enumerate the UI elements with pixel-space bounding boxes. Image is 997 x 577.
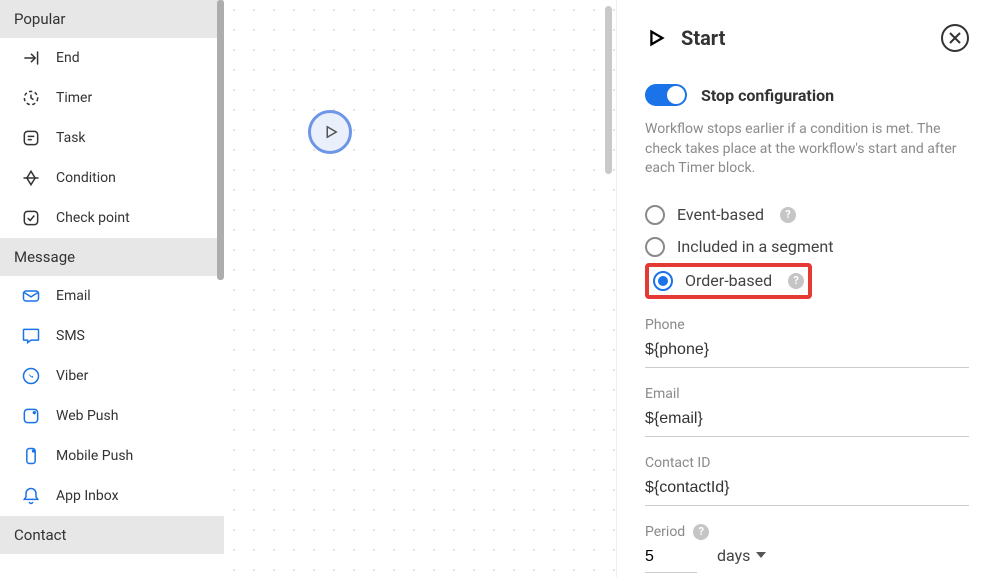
radio-icon bbox=[645, 205, 665, 225]
sidebar-item-sms[interactable]: SMS bbox=[0, 316, 224, 356]
panel-title: Start bbox=[645, 26, 725, 50]
sidebar-item-timer[interactable]: Timer bbox=[0, 78, 224, 118]
play-icon bbox=[322, 123, 340, 141]
sidebar-item-label: End bbox=[56, 50, 80, 66]
sidebar-item-label: SMS bbox=[56, 328, 85, 344]
chevron-down-icon bbox=[756, 552, 766, 558]
appinbox-icon bbox=[20, 485, 42, 507]
sidebar-item-webpush[interactable]: Web Push bbox=[0, 396, 224, 436]
sidebar-item-end[interactable]: End bbox=[0, 38, 224, 78]
stop-config-toggle[interactable] bbox=[645, 84, 687, 106]
sidebar-scrollbar[interactable] bbox=[217, 0, 224, 280]
sidebar-item-label: App Inbox bbox=[56, 488, 119, 504]
radio-icon bbox=[653, 271, 673, 291]
properties-panel: Start Stop configuration Workflow stops … bbox=[617, 0, 997, 577]
workflow-canvas[interactable] bbox=[224, 0, 617, 577]
radio-icon bbox=[645, 237, 665, 257]
webpush-icon bbox=[20, 405, 42, 427]
help-icon[interactable]: ? bbox=[693, 524, 709, 540]
end-icon bbox=[20, 47, 42, 69]
email-input[interactable] bbox=[645, 406, 969, 437]
stop-config-description: Workflow stops earlier if a condition is… bbox=[645, 120, 969, 179]
close-button[interactable] bbox=[941, 24, 969, 52]
sidebar-item-label: Mobile Push bbox=[56, 448, 133, 464]
period-unit-select[interactable]: days bbox=[717, 546, 766, 565]
period-label: Period ? bbox=[645, 524, 969, 540]
sidebar-group-message: Message bbox=[0, 238, 224, 276]
contactid-input[interactable] bbox=[645, 475, 969, 506]
period-number-input[interactable] bbox=[645, 544, 697, 573]
stop-config-label: Stop configuration bbox=[701, 86, 834, 105]
canvas-scrollbar[interactable] bbox=[605, 6, 612, 174]
help-icon[interactable]: ? bbox=[788, 273, 804, 289]
close-icon bbox=[949, 32, 961, 44]
help-icon[interactable]: ? bbox=[780, 207, 796, 223]
contactid-label: Contact ID bbox=[645, 455, 969, 471]
sidebar-item-label: Task bbox=[56, 130, 86, 146]
email-icon bbox=[20, 285, 42, 307]
option-order-based[interactable]: Order-based ? bbox=[653, 269, 804, 293]
play-icon bbox=[645, 27, 667, 49]
sidebar-item-task[interactable]: Task bbox=[0, 118, 224, 158]
sidebar-item-label: Check point bbox=[56, 210, 130, 226]
sidebar-item-label: Condition bbox=[56, 170, 116, 186]
sidebar-item-label: Viber bbox=[56, 368, 88, 384]
option-included-segment[interactable]: Included in a segment bbox=[645, 231, 969, 263]
condition-icon bbox=[20, 167, 42, 189]
phone-input[interactable] bbox=[645, 337, 969, 368]
email-label: Email bbox=[645, 386, 969, 402]
sidebar-group-contact: Contact bbox=[0, 516, 224, 554]
sidebar-item-viber[interactable]: Viber bbox=[0, 356, 224, 396]
start-node[interactable] bbox=[308, 110, 352, 154]
sidebar-item-mobilepush[interactable]: Mobile Push bbox=[0, 436, 224, 476]
sms-icon bbox=[20, 325, 42, 347]
sidebar-item-label: Timer bbox=[56, 90, 92, 106]
sidebar-item-checkpoint[interactable]: Check point bbox=[0, 198, 224, 238]
timer-icon bbox=[20, 87, 42, 109]
phone-label: Phone bbox=[645, 317, 969, 333]
option-event-based[interactable]: Event-based ? bbox=[645, 199, 969, 231]
checkpoint-icon bbox=[20, 207, 42, 229]
sidebar-item-email[interactable]: Email bbox=[0, 276, 224, 316]
sidebar-group-popular: Popular bbox=[0, 0, 224, 38]
viber-icon bbox=[20, 365, 42, 387]
sidebar-item-appinbox[interactable]: App Inbox bbox=[0, 476, 224, 516]
blocks-sidebar: Popular End Timer Task Condition bbox=[0, 0, 224, 577]
sidebar-item-label: Web Push bbox=[56, 408, 118, 424]
mobilepush-icon bbox=[20, 445, 42, 467]
task-icon bbox=[20, 127, 42, 149]
option-order-based-highlight: Order-based ? bbox=[645, 263, 812, 299]
sidebar-item-label: Email bbox=[56, 288, 91, 304]
sidebar-item-condition[interactable]: Condition bbox=[0, 158, 224, 198]
app-root: Popular End Timer Task Condition bbox=[0, 0, 997, 577]
